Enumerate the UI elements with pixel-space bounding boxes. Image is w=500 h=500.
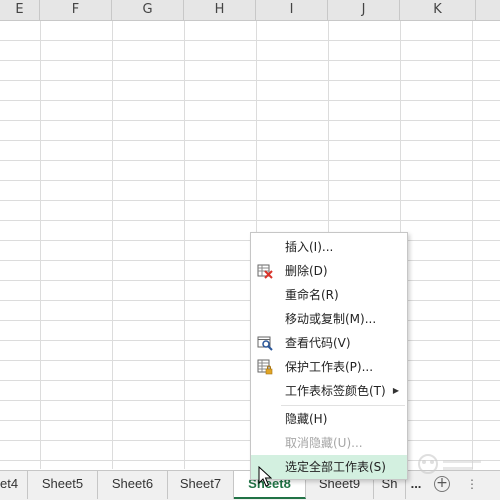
menu-item-label: 选定全部工作表(S) bbox=[285, 460, 386, 474]
column-header-h[interactable]: H bbox=[184, 0, 256, 20]
column-header-i[interactable]: I bbox=[256, 0, 328, 20]
menu-item-insert[interactable]: 插入(I)... bbox=[251, 235, 407, 259]
sheet-tab-context-menu: 插入(I)... 删除(D) 重命名(R) 移动或复制(M)... 查看代码(V… bbox=[250, 232, 408, 480]
column-header-k[interactable]: K bbox=[400, 0, 476, 20]
submenu-arrow-icon: ▶ bbox=[392, 386, 399, 395]
menu-item-tab-color[interactable]: 工作表标签颜色(T) ▶ bbox=[251, 379, 407, 403]
column-header-bar: E F G H I J K bbox=[0, 0, 500, 21]
menu-item-label: 取消隐藏(U)... bbox=[285, 436, 363, 450]
menu-item-protect-sheet[interactable]: 保护工作表(P)... bbox=[251, 355, 407, 379]
column-header-e[interactable]: E bbox=[0, 0, 40, 20]
sheet-tab-4[interactable]: et4 bbox=[0, 471, 28, 499]
menu-item-unhide: 取消隐藏(U)... bbox=[251, 431, 407, 455]
sheet-tab-7[interactable]: Sheet7 bbox=[168, 471, 234, 499]
menu-item-hide[interactable]: 隐藏(H) bbox=[251, 407, 407, 431]
delete-sheet-icon bbox=[257, 264, 273, 279]
menu-item-move-copy[interactable]: 移动或复制(M)... bbox=[251, 307, 407, 331]
menu-item-rename[interactable]: 重命名(R) bbox=[251, 283, 407, 307]
menu-item-label: 插入(I)... bbox=[285, 240, 334, 254]
mouse-cursor-icon bbox=[258, 466, 272, 487]
menu-item-label: 重命名(R) bbox=[285, 288, 339, 302]
menu-item-view-code[interactable]: 查看代码(V) bbox=[251, 331, 407, 355]
column-header-f[interactable]: F bbox=[40, 0, 112, 20]
menu-item-label: 工作表标签颜色(T) bbox=[285, 384, 386, 398]
menu-item-label: 查看代码(V) bbox=[285, 336, 351, 350]
menu-item-label: 删除(D) bbox=[285, 264, 328, 278]
sheet-tab-5[interactable]: Sheet5 bbox=[28, 471, 98, 499]
menu-item-select-all-sheets[interactable]: 选定全部工作表(S) bbox=[251, 455, 407, 479]
protect-sheet-icon bbox=[257, 359, 273, 375]
menu-item-label: 保护工作表(P)... bbox=[285, 360, 374, 374]
menu-separator bbox=[281, 405, 405, 406]
menu-item-label: 移动或复制(M)... bbox=[285, 312, 377, 326]
sheet-tab-6[interactable]: Sheet6 bbox=[98, 471, 168, 499]
column-header-g[interactable]: G bbox=[112, 0, 184, 20]
menu-item-label: 隐藏(H) bbox=[285, 412, 328, 426]
column-header-j[interactable]: J bbox=[328, 0, 400, 20]
view-code-icon bbox=[257, 336, 273, 351]
menu-item-delete[interactable]: 删除(D) bbox=[251, 259, 407, 283]
watermark-logo-icon bbox=[418, 454, 481, 474]
